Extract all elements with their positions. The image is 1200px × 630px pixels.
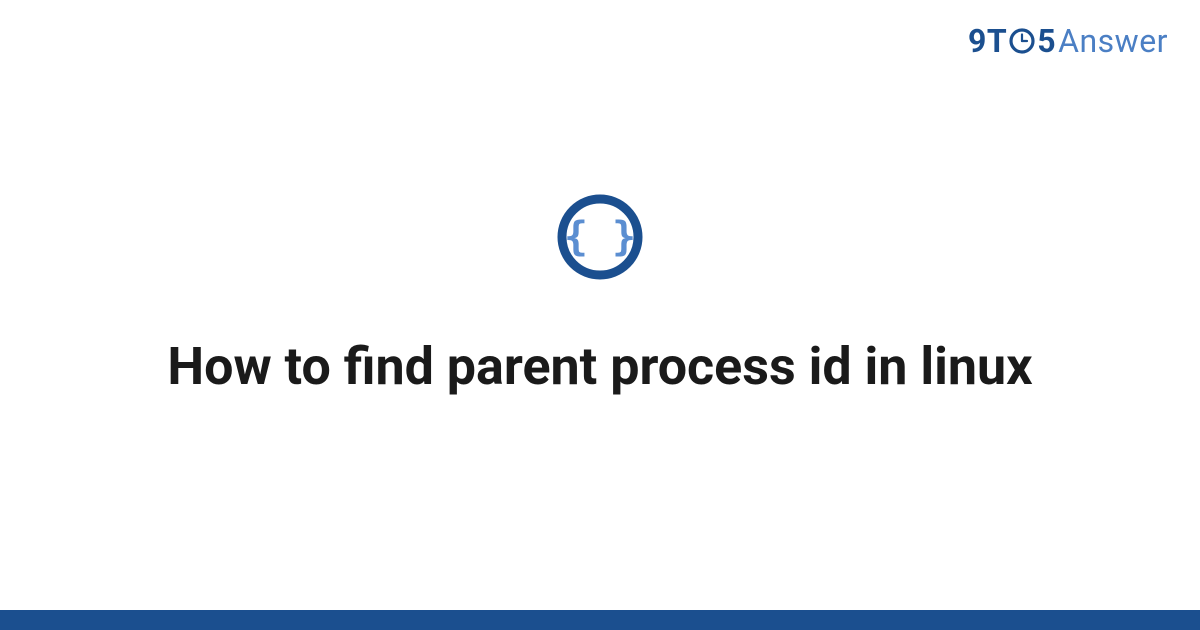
main-content: { } How to find parent process id in lin… bbox=[0, 0, 1200, 610]
category-badge: { } bbox=[555, 192, 645, 286]
curly-braces-icon: { } bbox=[555, 192, 645, 282]
footer-accent-bar bbox=[0, 610, 1200, 630]
svg-text:{ }: { } bbox=[564, 214, 636, 260]
page-title: How to find parent process id in linux bbox=[167, 334, 1032, 399]
